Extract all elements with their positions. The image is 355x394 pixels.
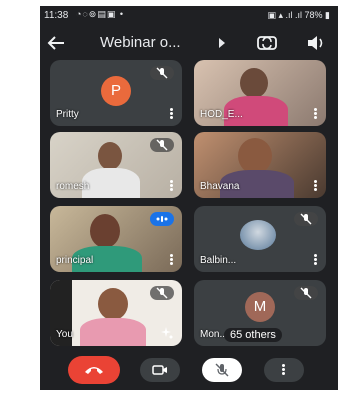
participant-name: You: [56, 329, 73, 340]
back-arrow-icon[interactable]: [46, 34, 66, 52]
more-options-icon[interactable]: [314, 180, 318, 192]
participant-video: [238, 138, 272, 174]
participant-tile-you[interactable]: You: [50, 280, 182, 346]
chevron-right-icon[interactable]: [218, 38, 226, 48]
mic-toggle-button[interactable]: [202, 358, 242, 382]
more-options-icon[interactable]: [170, 254, 174, 266]
status-time: 11:38: [44, 10, 69, 21]
meeting-title[interactable]: Webinar o...: [100, 34, 181, 51]
muted-mic-icon: [294, 212, 318, 226]
hang-up-icon: [85, 367, 103, 374]
speaker-icon[interactable]: [306, 34, 326, 52]
participant-name: HOD_E...: [200, 109, 243, 120]
speaking-indicator-icon: [150, 212, 174, 226]
participant-name: Pritty: [56, 109, 79, 120]
participant-video: [240, 68, 268, 98]
camera-toggle-button[interactable]: [140, 358, 180, 382]
meet-call-screen: 11:38 ◔◌⊚▤▣ • ▣ ▴ .ıl .ıl 78% ▮ Webinar …: [40, 6, 338, 390]
more-options-icon[interactable]: [170, 108, 174, 120]
avatar: [240, 220, 276, 250]
participant-video: [90, 214, 120, 248]
more-options-icon[interactable]: [170, 180, 174, 192]
mic-off-icon: [215, 363, 229, 377]
participant-tile-bhavana[interactable]: Bhavana: [194, 132, 326, 198]
end-call-button[interactable]: [68, 356, 120, 384]
effects-sparkle-icon[interactable]: [160, 326, 174, 340]
participant-tile-hod[interactable]: HOD_E...: [194, 60, 326, 126]
camera-icon: [152, 365, 167, 375]
participant-tile-principal[interactable]: principal: [50, 206, 182, 272]
participant-name: principal: [56, 255, 94, 266]
muted-mic-icon: [150, 286, 174, 300]
muted-mic-icon: [150, 138, 174, 152]
more-vert-icon: [282, 364, 285, 375]
more-options-icon[interactable]: [314, 254, 318, 266]
participant-tile-balbin[interactable]: Balbin...: [194, 206, 326, 272]
top-bar: Webinar o...: [40, 28, 338, 58]
more-options-button[interactable]: [264, 358, 304, 382]
participant-video: [98, 142, 122, 170]
switch-camera-icon[interactable]: [256, 34, 278, 52]
battery-percent: 78%: [304, 10, 323, 20]
self-video: [98, 288, 128, 320]
muted-mic-icon: [294, 286, 318, 300]
participant-name: romesh: [56, 181, 90, 192]
participant-name: Bhavana: [200, 181, 240, 192]
muted-mic-icon: [150, 66, 174, 80]
notification-icons: ◔◌⊚▤▣ •: [76, 9, 124, 19]
more-options-icon[interactable]: [314, 108, 318, 120]
participant-tile-others[interactable]: M Mon... 65 others: [194, 280, 326, 346]
avatar: P: [101, 76, 131, 106]
participant-tile-romesh[interactable]: romesh: [50, 132, 182, 198]
participant-name: Balbin...: [200, 255, 237, 266]
status-bar: 11:38 ◔◌⊚▤▣ • ▣ ▴ .ıl .ıl 78% ▮: [40, 6, 338, 26]
avatar: M: [245, 292, 275, 322]
call-controls: [40, 356, 338, 386]
participant-tile-pritty[interactable]: P Pritty: [50, 60, 182, 126]
others-count[interactable]: 65 others: [224, 328, 282, 342]
battery-indicator: ▣ ▴ .ıl .ıl 78% ▮: [267, 10, 331, 20]
